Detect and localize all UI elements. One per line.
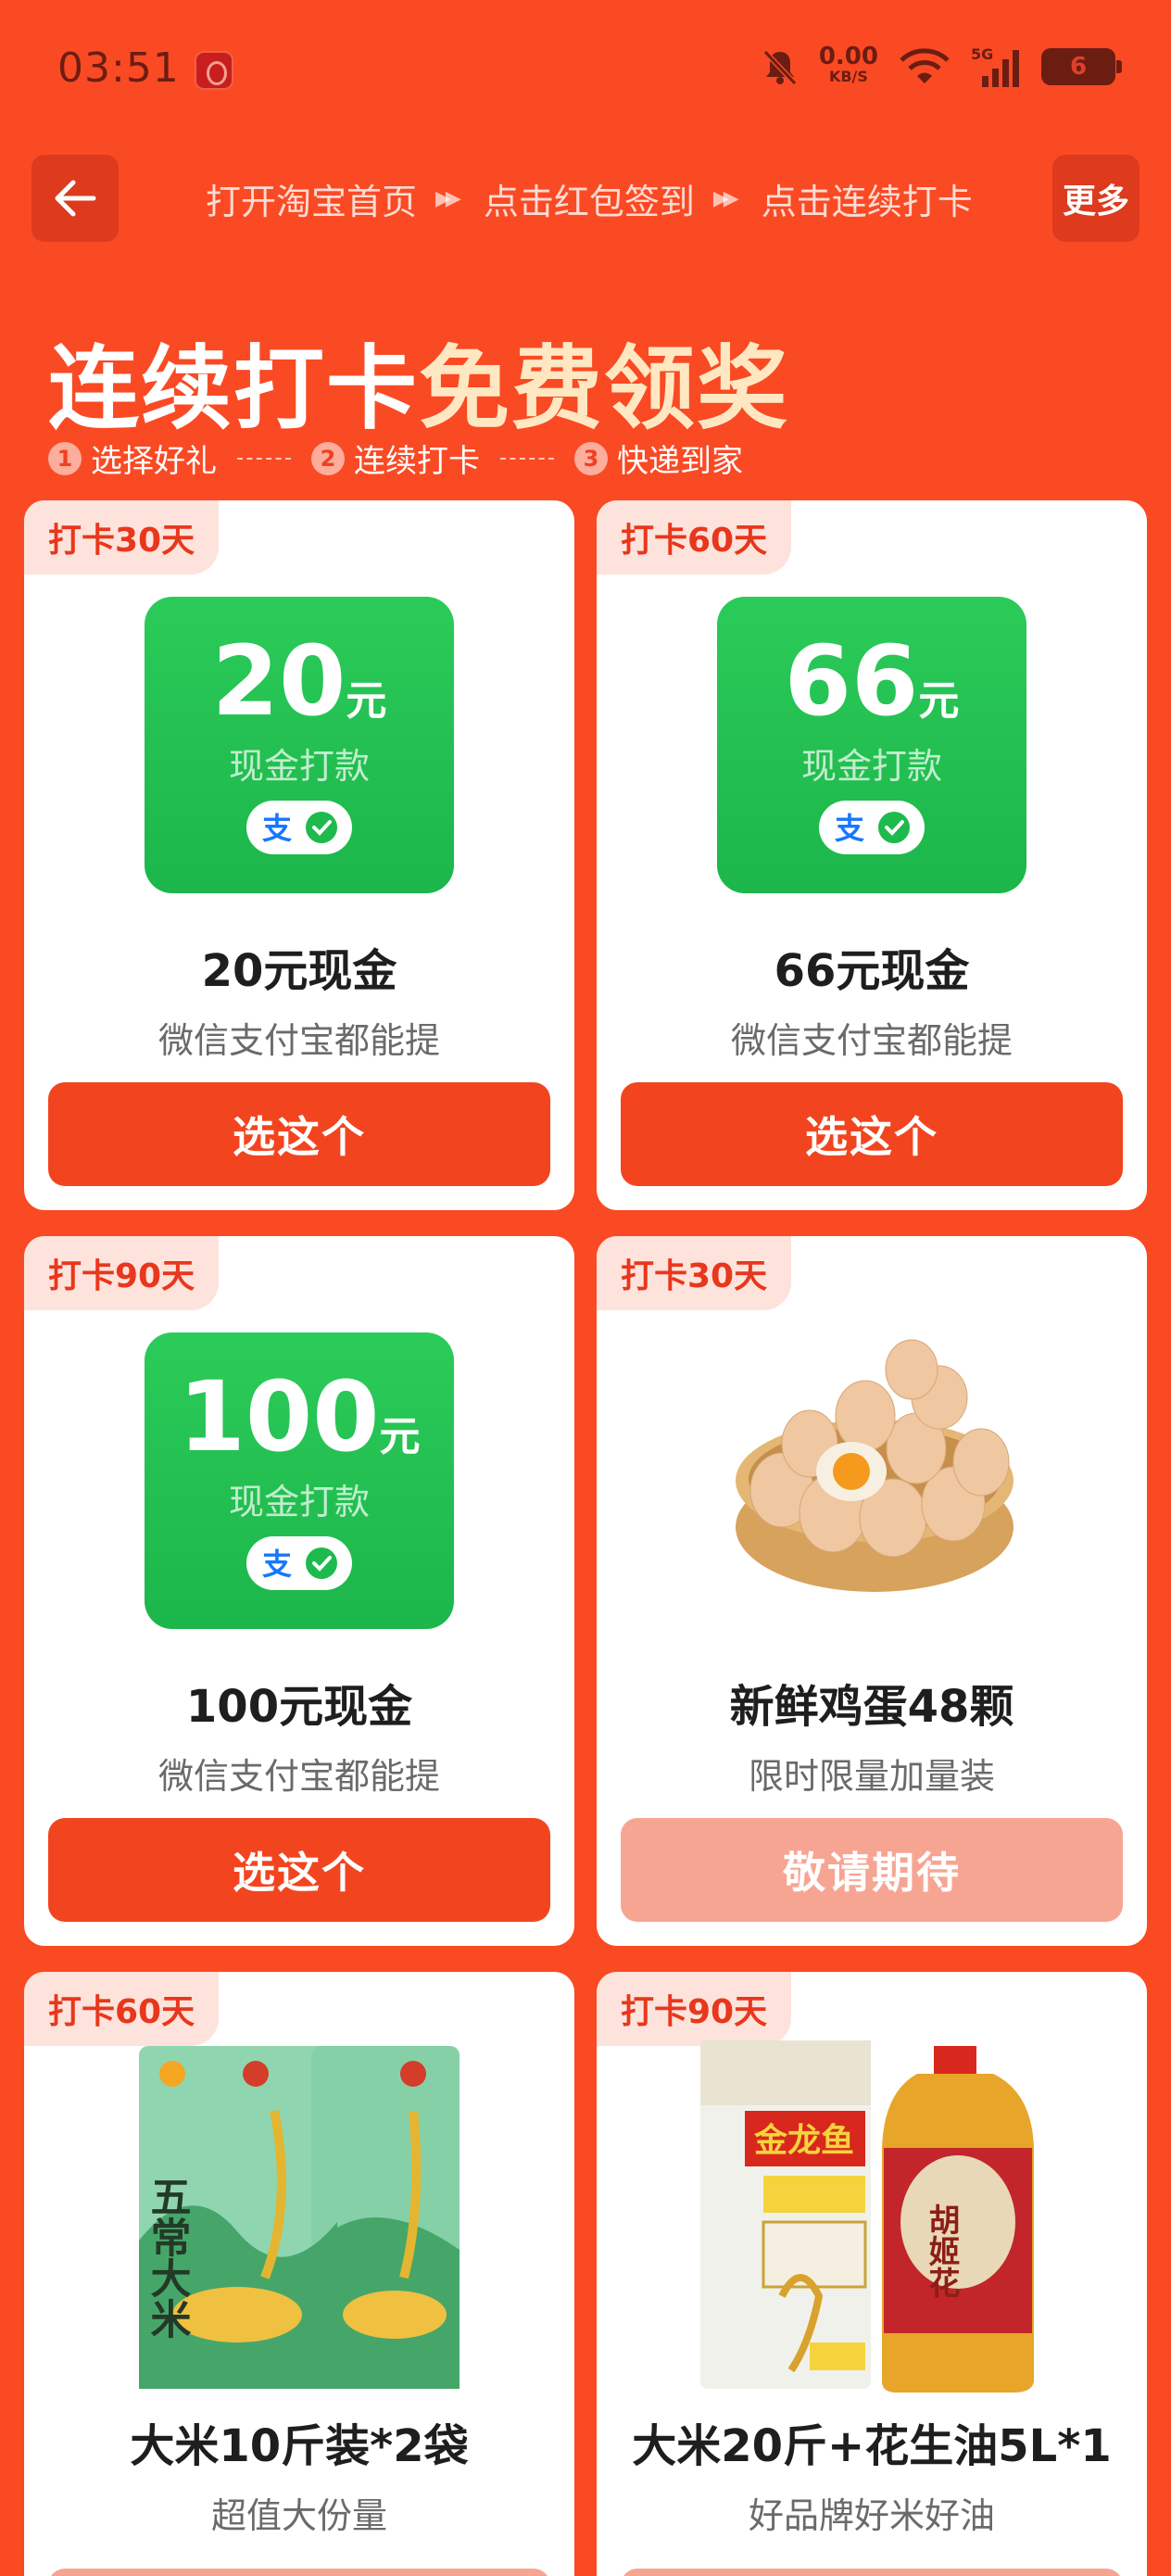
more-button[interactable]: 更多: [1052, 155, 1140, 242]
svg-text:5G: 5G: [971, 45, 993, 63]
taobao-notification-icon: [195, 51, 233, 90]
checkin-days-badge: 打卡30天: [24, 500, 220, 575]
prize-title: 大米10斤装*2袋: [130, 2420, 469, 2472]
status-bar: 03:51 0.00 KB/S 5G 6: [0, 0, 1171, 139]
guide-step-2: 点击红包签到: [483, 182, 695, 222]
payment-methods-pill: 支: [819, 801, 925, 854]
checkin-days-badge: 打卡90天: [597, 1972, 792, 2046]
eggs-product-image: [736, 1339, 1014, 1592]
prize-subtitle: 微信支付宝都能提: [157, 1020, 440, 1061]
rice-bags-image: 五常大米: [139, 2046, 460, 2389]
cash-unit: 元: [379, 1413, 421, 1460]
step-number-1: 1: [48, 441, 82, 475]
step-divider: [237, 457, 291, 460]
step-number-2: 2: [311, 441, 345, 475]
guide-step-3: 点击连续打卡: [761, 182, 973, 222]
signal-5g-icon: 5G: [971, 45, 1019, 87]
wechat-pay-icon: [878, 812, 910, 843]
alipay-icon: 支: [262, 811, 292, 846]
cash-sublabel: 现金打款: [228, 1482, 370, 1522]
wifi-icon: [900, 48, 950, 83]
prize-grid: 打卡30天 20元 现金打款 支 20元现金 微信支付宝都能提 选这个 打卡60…: [24, 500, 1147, 2576]
prize-card-rice[interactable]: 打卡60天 五常大米 大米10斤装*2袋 超值大份量: [24, 1972, 574, 2576]
prize-title: 大米20斤+花生油5L*1: [632, 2420, 1112, 2472]
rice-brand-text: 金龙鱼: [753, 2121, 854, 2160]
checkin-days-badge: 打卡60天: [24, 1972, 220, 2046]
cash-unit: 元: [346, 677, 387, 725]
alipay-icon: 支: [262, 1547, 292, 1582]
network-speed: 0.00 KB/S: [819, 44, 878, 87]
status-time: 03:51: [57, 44, 180, 92]
prize-title: 66元现金: [774, 945, 970, 997]
wechat-pay-icon: [306, 1547, 337, 1579]
step-number-3: 3: [574, 441, 608, 475]
payment-methods-pill: 支: [246, 1536, 352, 1590]
checkin-days-badge: 打卡90天: [24, 1236, 220, 1310]
wechat-pay-icon: [306, 812, 337, 843]
alipay-icon: 支: [835, 811, 864, 846]
prize-card-20-cash[interactable]: 打卡30天 20元 现金打款 支 20元现金 微信支付宝都能提 选这个: [24, 500, 574, 1210]
prize-title: 100元现金: [185, 1681, 413, 1733]
step-label-3: 快递到家: [617, 443, 743, 480]
prize-card-66-cash[interactable]: 打卡60天 66元 现金打款 支 66元现金 微信支付宝都能提 选这个: [597, 500, 1147, 1210]
select-prize-button[interactable]: 选这个: [621, 1082, 1123, 1186]
prize-subtitle: 微信支付宝都能提: [157, 1756, 440, 1797]
prize-card-100-cash[interactable]: 打卡90天 100元 现金打款 支 100元现金 微信支付宝都能提 选这个: [24, 1236, 574, 1946]
status-icons: 0.00 KB/S 5G 6: [760, 44, 1122, 89]
nav-row: 打开淘宝首页 ▶▶ 点击红包签到 ▶▶ 点击连续打卡 更多: [0, 153, 1171, 246]
svg-text:支: 支: [262, 1547, 292, 1582]
battery-icon: 6: [1041, 48, 1122, 85]
cash-amount: 20: [211, 625, 346, 738]
payment-methods-pill: 支: [246, 801, 352, 854]
step-label-2: 连续打卡: [354, 443, 480, 480]
prize-card-rice-oil[interactable]: 打卡90天 金龙鱼 胡姬花 大米20斤+花生油5L*1 好品牌好米好油: [597, 1972, 1147, 2576]
step-divider: [500, 457, 554, 460]
coming-soon-button[interactable]: 敬请期待: [621, 1818, 1123, 1922]
rice-and-oil-image: 金龙鱼 胡姬花: [700, 2040, 1034, 2393]
cash-prize-image: 66元 现金打款 支: [717, 597, 1026, 893]
prize-title: 新鲜鸡蛋48颗: [729, 1681, 1014, 1733]
cash-sublabel: 现金打款: [800, 746, 942, 787]
title-main: 连续打卡: [48, 336, 420, 442]
checkin-days-badge: 打卡60天: [597, 500, 792, 575]
bell-off-icon: [762, 49, 798, 86]
cash-amount: 100: [178, 1360, 380, 1473]
arrow-left-icon: [55, 180, 96, 217]
steps-guide: 打开淘宝首页 ▶▶ 点击红包签到 ▶▶ 点击连续打卡: [206, 173, 973, 224]
prize-subtitle: 好品牌好米好油: [748, 2495, 995, 2536]
rice-brand-text: 五常大米: [144, 2176, 192, 2339]
guide-step-1: 打开淘宝首页: [206, 182, 418, 222]
svg-text:支: 支: [835, 811, 864, 846]
back-button[interactable]: [31, 155, 119, 242]
checkin-days-badge: 打卡30天: [597, 1236, 792, 1310]
cash-unit: 元: [918, 677, 960, 725]
page-title: 连续打卡免费领奖: [48, 315, 789, 447]
cash-sublabel: 现金打款: [228, 746, 370, 787]
step-label-1: 选择好礼: [91, 443, 217, 480]
prize-title: 20元现金: [201, 945, 397, 997]
prize-subtitle: 微信支付宝都能提: [730, 1020, 1013, 1061]
cash-prize-image: 100元 现金打款 支: [145, 1332, 454, 1629]
prize-button[interactable]: [48, 2569, 550, 2576]
svg-text:支: 支: [262, 811, 292, 846]
select-prize-button[interactable]: 选这个: [48, 1082, 550, 1186]
cash-prize-image: 20元 现金打款 支: [145, 597, 454, 893]
double-arrow-icon: ▶▶: [435, 187, 461, 210]
process-steps: 1 选择好礼 2 连续打卡 3 快递到家: [48, 436, 743, 481]
prize-button[interactable]: [621, 2569, 1123, 2576]
prize-subtitle: 限时限量加量装: [748, 1756, 995, 1797]
prize-subtitle: 超值大份量: [210, 2495, 387, 2536]
title-highlight: 免费领奖: [419, 336, 790, 442]
prize-card-eggs[interactable]: 打卡30天 新鲜鸡蛋48颗 限时限量加量装 敬请期待: [597, 1236, 1147, 1946]
select-prize-button[interactable]: 选这个: [48, 1818, 550, 1922]
double-arrow-icon: ▶▶: [712, 187, 739, 210]
cash-amount: 66: [784, 625, 919, 738]
oil-brand-text: 胡姬花: [923, 2203, 960, 2298]
